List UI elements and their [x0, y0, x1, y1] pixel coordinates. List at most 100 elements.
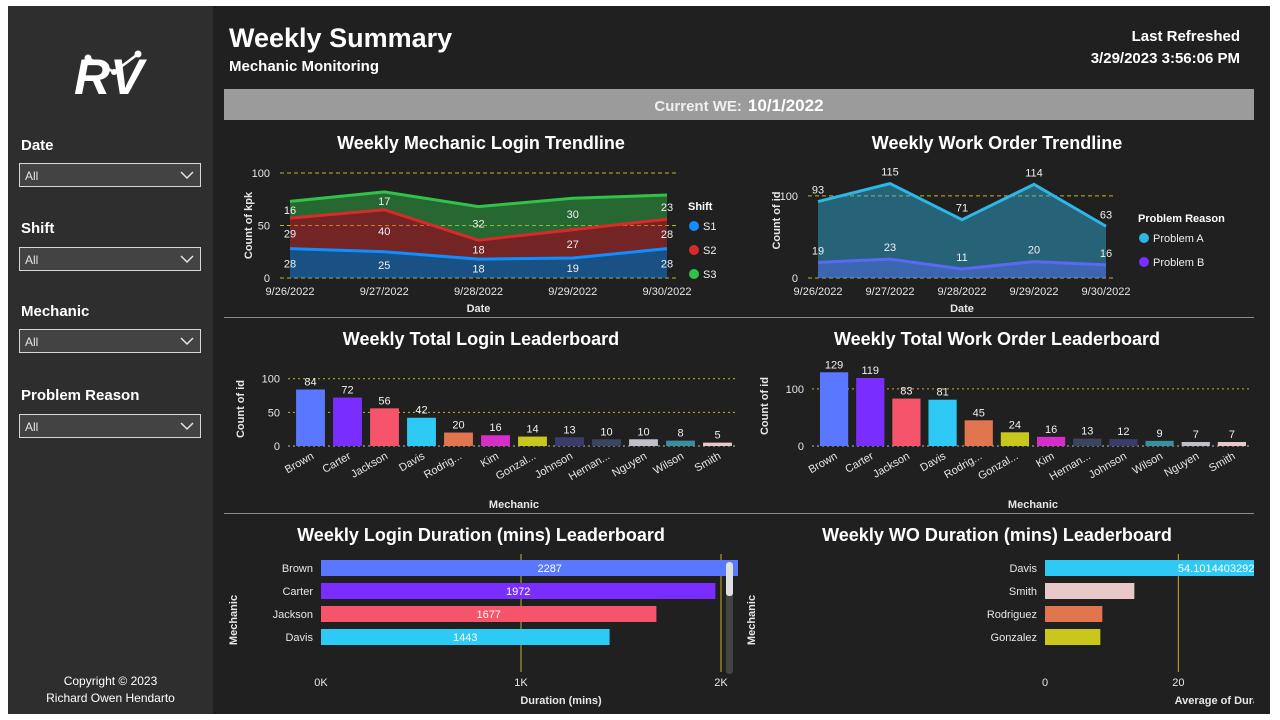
data-label: 1443: [453, 632, 477, 644]
x-tick-label: Carter: [321, 450, 354, 476]
data-label: 25: [378, 260, 390, 272]
x-tick-label: 9/27/2022: [866, 286, 915, 298]
x-tick-label: Hernan...: [1048, 450, 1093, 483]
chart-title-wo-duration: Weekly WO Duration (mins) Leaderboard: [822, 525, 1172, 545]
filter-label-problem-reason: Problem Reason: [21, 387, 140, 404]
chart-title-wo-leaderboard: Weekly Total Work Order Leaderboard: [833, 329, 1161, 349]
x-tick-label: Nguyen: [610, 450, 649, 479]
y-tick-label: Smith: [1009, 586, 1037, 598]
x-tick-label: 0K: [314, 677, 328, 689]
x-tick-label: Jackson: [349, 450, 390, 481]
work-order-leaderboard-chart[interactable]: 0100129Brown119Carter83Jackson81Davis45R…: [740, 352, 1254, 512]
y-tick-label: Carter: [282, 586, 313, 598]
y-tick-label: 0: [798, 441, 804, 453]
bar: [964, 420, 993, 446]
data-label: 1972: [506, 586, 530, 598]
login-leaderboard-chart[interactable]: 050100 84Brown72Carter56Jackson42Davis20R…: [224, 352, 738, 512]
mechanic-slicer[interactable]: All: [19, 329, 201, 353]
data-label: 40: [378, 226, 390, 238]
data-label: 114: [1025, 167, 1043, 179]
bar: [407, 417, 436, 446]
data-label: 72: [341, 385, 353, 397]
y-axis-title: Mechanic: [228, 595, 240, 645]
x-tick-label: Wilson: [651, 450, 686, 477]
problem-reason-slicer[interactable]: All: [19, 414, 201, 438]
bar: [321, 560, 738, 576]
legend-entry: S2: [703, 245, 716, 257]
wo-duration-chart[interactable]: 0204060Davis54.1014403292181SmithRodrigu…: [740, 548, 1254, 708]
x-tick-label: Kim: [479, 450, 501, 470]
chart-title-login-duration: Weekly Login Duration (mins) Leaderboard: [297, 525, 665, 545]
data-label: 56: [378, 395, 390, 407]
data-label: 30: [567, 209, 579, 221]
work-order-trend-chart[interactable]: 01009/26/2022 9/27/2022 9/28/2022 9/29/2022…: [740, 156, 1254, 316]
x-tick-label: Kim: [1034, 450, 1056, 470]
bar: [1181, 442, 1210, 446]
login-duration-chart[interactable]: 0K 1K 2K Brown 2287 Carter 1972 Jackson 1677 Davi…: [224, 548, 738, 708]
legend-marker: [689, 269, 699, 279]
chart-title-login-trend: Weekly Mechanic Login Trendline: [337, 133, 625, 153]
data-label: 45: [973, 407, 985, 419]
shift-slicer[interactable]: All: [19, 247, 201, 271]
date-slicer[interactable]: All: [19, 163, 201, 187]
bar: [666, 440, 695, 446]
data-label: 18: [472, 264, 484, 276]
current-we-value: 10/1/2022: [747, 96, 824, 115]
data-label: 42: [415, 405, 427, 417]
y-tick-label: Davis: [285, 632, 313, 644]
data-label: 20: [452, 420, 464, 432]
data-label: 27: [567, 239, 579, 251]
y-axis-title: Count of id: [235, 380, 247, 438]
data-label: 7: [1229, 429, 1235, 441]
login-trend-chart[interactable]: 0 50 100 9/26/2022 9/27/2022 9/28/2022 9/29/20…: [224, 156, 738, 316]
bar: [481, 435, 510, 446]
data-label: 83: [900, 386, 912, 398]
bar: [703, 442, 732, 446]
x-tick-label: Nguyen: [1162, 450, 1201, 479]
current-we-label: Current WE:: [654, 98, 742, 115]
data-label: 115: [881, 167, 899, 179]
data-label: 5: [714, 430, 720, 442]
data-label: 81: [936, 387, 948, 399]
data-label: 13: [563, 424, 575, 436]
data-label: 20: [1028, 245, 1040, 257]
x-tick-label: 9/30/2022: [1082, 286, 1131, 298]
x-tick-label: 0: [1042, 677, 1048, 689]
x-axis-title: Duration (mins): [520, 695, 602, 707]
rv-logo: RV: [74, 49, 147, 102]
sidebar: RV Date All Shift All Mechanic All Probl…: [8, 6, 213, 714]
bar: [333, 397, 362, 446]
date-slicer-value: All: [25, 169, 39, 183]
report-main: Weekly Summary Mechanic Monitoring Last …: [213, 6, 1270, 714]
x-tick-label: Jackson: [871, 450, 912, 481]
legend-title: Shift: [688, 201, 713, 213]
bar: [296, 389, 325, 446]
y-tick-label: Gonzalez: [991, 632, 1037, 644]
x-tick-label: 2K: [714, 677, 728, 689]
x-tick-label: 9/26/2022: [794, 286, 843, 298]
data-label: 93: [812, 185, 824, 197]
data-label: 17: [378, 196, 390, 208]
data-label: 18: [472, 245, 484, 257]
filter-label-mechanic: Mechanic: [21, 303, 90, 320]
bar: [370, 408, 399, 446]
chart-title-wo-trend: Weekly Work Order Trendline: [871, 133, 1123, 153]
x-tick-label: 9/28/2022: [454, 286, 503, 298]
data-label: 63: [1100, 209, 1112, 221]
x-tick-label: 9/29/2022: [548, 286, 597, 298]
scrollbar-thumb[interactable]: [726, 562, 733, 596]
data-label: 19: [567, 263, 579, 275]
chart-title-login-leaderboard: Weekly Total Login Leaderboard: [342, 329, 620, 349]
data-label: 10: [637, 426, 649, 438]
x-tick-label: Hernan...: [567, 450, 612, 483]
x-tick-label: 9/27/2022: [360, 286, 409, 298]
page-subtitle: Mechanic Monitoring: [229, 58, 379, 75]
y-tick-label: 50: [268, 407, 280, 419]
copyright-author: Richard Owen Hendarto: [46, 691, 175, 705]
last-refreshed: Last Refreshed 3/29/2023 3:56:06 PM: [1091, 26, 1240, 70]
shift-slicer-value: All: [25, 253, 39, 267]
y-axis-title: Count of id: [759, 377, 771, 435]
data-label: 8: [677, 428, 683, 440]
data-label: 1677: [476, 609, 500, 621]
bar: [1109, 439, 1138, 446]
